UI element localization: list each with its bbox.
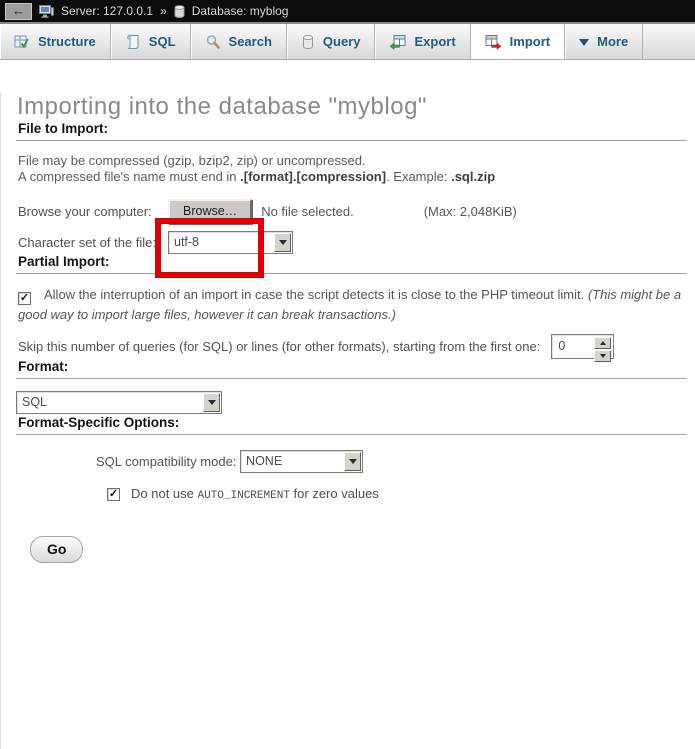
tab-label: Export (414, 34, 455, 49)
format-select[interactable]: SQL (16, 391, 222, 414)
tab-import[interactable]: Import (471, 24, 565, 59)
tab-label: Structure (38, 34, 96, 49)
import-page: Importing into the database "myblog" Fil… (0, 93, 695, 749)
allow-interruption-row: ✓ Allow the interruption of an import in … (18, 285, 687, 324)
spinner-down-icon[interactable] (594, 350, 611, 362)
charset-row: Character set of the file: utf-8 (18, 231, 687, 254)
section-heading-format-specific-options: Format-Specific Options: (16, 415, 687, 435)
section-heading-format: Format: (16, 359, 687, 379)
skip-queries-row: Skip this number of queries (for SQL) or… (18, 333, 687, 359)
check-icon: ✓ (19, 293, 30, 304)
charset-select[interactable]: utf-8 (168, 231, 293, 254)
tab-label: SQL (149, 34, 176, 49)
section-heading-partial-import: Partial Import: (16, 254, 687, 274)
import-icon (485, 34, 502, 50)
tab-search[interactable]: Search (191, 24, 287, 59)
tab-bar: Structure SQL Search Query Export Import… (0, 24, 695, 60)
max-upload-size: (Max: 2,048KiB) (424, 204, 517, 219)
go-row: Go (16, 536, 687, 563)
spinner-up-icon[interactable] (594, 337, 611, 349)
sql-compatibility-row: SQL compatibility mode: NONE (96, 449, 687, 473)
chevron-down-icon (579, 39, 589, 51)
charset-selected-value: utf-8 (169, 232, 273, 253)
tab-label: Search (229, 34, 272, 49)
chevron-down-icon[interactable] (274, 233, 291, 252)
tab-query[interactable]: Query (287, 24, 376, 59)
allow-interruption-checkbox[interactable]: ✓ (18, 292, 31, 305)
search-icon (205, 34, 221, 50)
sql-icon (125, 34, 141, 50)
browse-file-row: Browse your computer: Browse… No file se… (18, 198, 687, 224)
skip-queries-input[interactable]: 0 (551, 334, 614, 359)
structure-icon (14, 34, 30, 50)
chevron-down-icon[interactable] (344, 452, 361, 471)
breadcrumb-server-link[interactable]: Server: 127.0.0.1 (61, 4, 153, 18)
auto-increment-checkbox[interactable]: ✓ (107, 488, 120, 501)
browse-label: Browse your computer: (18, 204, 168, 219)
format-row: SQL (16, 389, 687, 415)
auto-increment-label: Do not use AUTO_INCREMENT for zero value… (131, 486, 379, 502)
no-file-selected-text: No file selected. (261, 204, 354, 219)
server-icon (39, 5, 54, 18)
breadcrumb-separator: » (160, 4, 167, 18)
skip-queries-value: 0 (552, 335, 592, 358)
breadcrumb-database-link[interactable]: Database: myblog (192, 4, 289, 18)
section-heading-file-to-import: File to Import: (16, 121, 687, 141)
file-compression-note: File may be compressed (gzip, bzip2, zip… (18, 153, 687, 185)
export-icon (389, 34, 406, 50)
server-breadcrumb-bar: ← Server: 127.0.0.1 » Database: myblog (0, 0, 695, 24)
back-button[interactable]: ← (5, 3, 32, 20)
sql-compatibility-select[interactable]: NONE (240, 450, 363, 473)
sql-compatibility-label: SQL compatibility mode: (96, 454, 236, 469)
check-icon: ✓ (108, 489, 119, 500)
tab-label: More (597, 34, 628, 49)
browse-button[interactable]: Browse… (168, 199, 252, 224)
charset-label: Character set of the file: (18, 235, 168, 250)
sql-compatibility-value: NONE (241, 451, 343, 472)
page-title: Importing into the database "myblog" (17, 93, 687, 121)
database-icon (174, 5, 185, 18)
tab-sql[interactable]: SQL (111, 24, 191, 59)
skip-queries-label: Skip this number of queries (for SQL) or… (18, 339, 540, 354)
tab-export[interactable]: Export (375, 24, 470, 59)
allow-interruption-label: Allow the interruption of an import in c… (44, 287, 588, 302)
tab-more[interactable]: More (565, 24, 643, 59)
tab-structure[interactable]: Structure (0, 24, 111, 59)
tab-label: Query (323, 34, 361, 49)
tab-label: Import (510, 34, 550, 49)
go-button[interactable]: Go (30, 536, 83, 563)
format-selected-value: SQL (17, 392, 202, 413)
chevron-down-icon[interactable] (203, 393, 220, 412)
auto-increment-row: ✓ Do not use AUTO_INCREMENT for zero val… (107, 486, 687, 502)
query-icon (301, 34, 315, 50)
